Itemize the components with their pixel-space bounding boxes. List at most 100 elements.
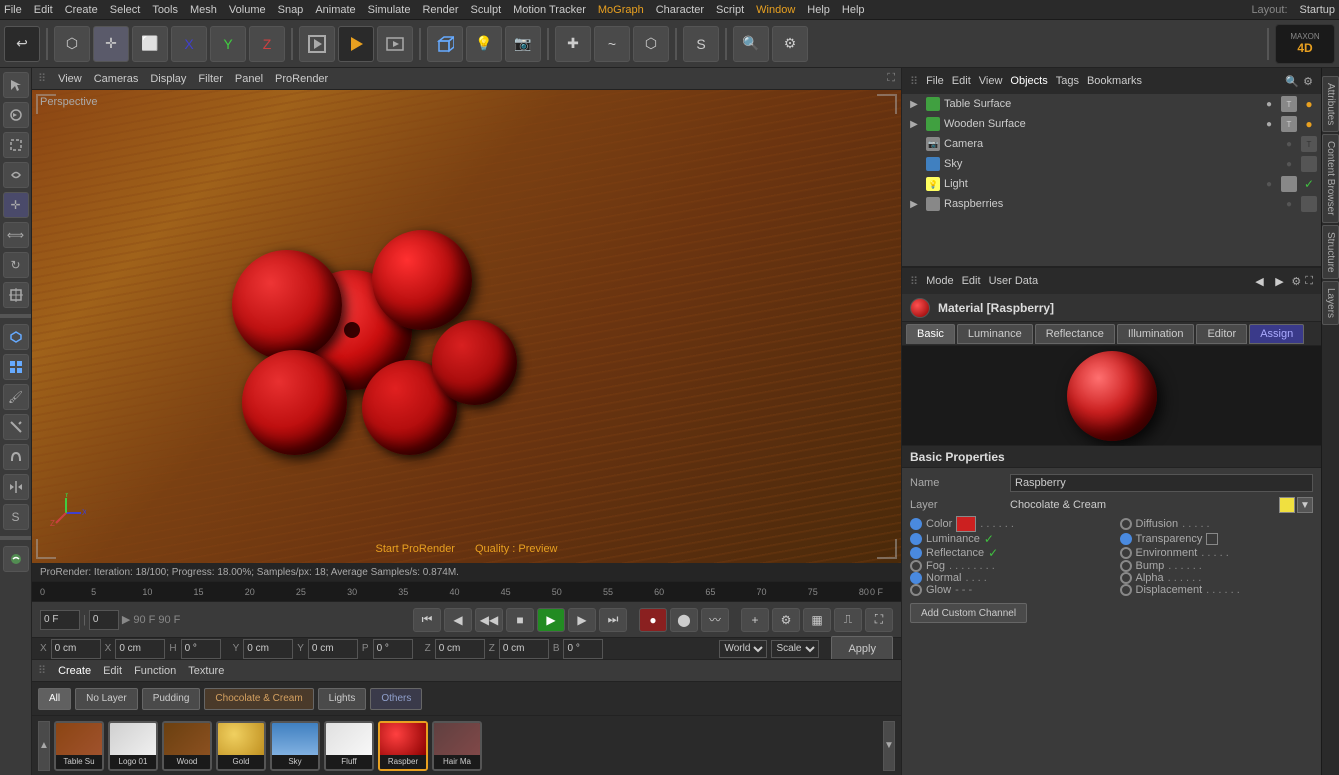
obj-row-camera[interactable]: 📷 Camera ● T (902, 134, 1321, 154)
obj-check-dot-orange-2[interactable]: ● (1301, 116, 1317, 132)
vtab-attributes[interactable]: Attributes (1322, 76, 1339, 132)
radio-alpha[interactable] (1120, 572, 1132, 584)
obj-row-wooden-surface[interactable]: ▶ Wooden Surface ● T ● (902, 114, 1321, 134)
go-to-end-button[interactable]: ⏭ (599, 608, 627, 632)
radio-displacement[interactable] (1120, 584, 1132, 596)
attr-tab-assign[interactable]: Assign (1249, 324, 1304, 344)
obj-row-sky[interactable]: Sky ● (902, 154, 1321, 174)
x2-input[interactable] (115, 639, 165, 659)
attrs-settings-icon[interactable]: ⚙ (1291, 275, 1301, 288)
menu-window[interactable]: Help (807, 4, 830, 16)
attr-tab-luminance[interactable]: Luminance (957, 324, 1033, 344)
camera-button[interactable]: 📷 (505, 26, 541, 62)
motion-path-button[interactable]: 〰 (701, 608, 729, 632)
render-button[interactable] (338, 26, 374, 62)
settings-button[interactable]: ⚙ (772, 26, 808, 62)
loop-select-icon[interactable] (3, 162, 29, 188)
scale-icon[interactable]: ⟺ (3, 222, 29, 248)
auto-key-button[interactable]: ⬤ (670, 608, 698, 632)
start-frame-input[interactable] (40, 610, 80, 630)
radio-normal[interactable] (910, 572, 922, 584)
menu-volume[interactable]: Volume (229, 4, 266, 16)
stop-button[interactable]: ■ (506, 608, 534, 632)
viewport-tab-prorender[interactable]: ProRender (275, 73, 328, 85)
radio-color[interactable] (910, 518, 922, 530)
add-custom-channel-button[interactable]: Add Custom Channel (910, 603, 1027, 623)
obj-check-dot-orange[interactable]: ● (1301, 96, 1317, 112)
layer-choc-cream-button[interactable]: Chocolate & Cream (204, 688, 313, 710)
material-thumb-raspberry[interactable]: Raspber (378, 721, 428, 771)
z-pos-input[interactable] (435, 639, 485, 659)
timeline-ruler[interactable]: 0 5 10 15 20 25 30 35 40 45 50 55 60 65 … (32, 581, 901, 601)
vtab-layers[interactable]: Layers (1322, 281, 1339, 325)
layer-others-button[interactable]: Others (370, 688, 422, 710)
radio-diffusion[interactable] (1120, 518, 1132, 530)
y2-input[interactable] (308, 639, 358, 659)
live-select-icon[interactable] (3, 102, 29, 128)
material-tab-edit[interactable]: Edit (103, 665, 122, 677)
timeline-add-button[interactable]: + (741, 608, 769, 632)
attr-tab-editor[interactable]: Editor (1196, 324, 1247, 344)
material-thumb-sky[interactable]: Sky (270, 721, 320, 771)
radio-reflectance[interactable] (910, 547, 922, 559)
attrs-tab-user-data[interactable]: User Data (989, 275, 1039, 287)
radio-glow[interactable] (910, 584, 922, 596)
viewport-tab-cameras[interactable]: Cameras (94, 73, 139, 85)
go-to-start-button[interactable]: ⏮ (413, 608, 441, 632)
prop-name-input[interactable] (1010, 474, 1313, 492)
smooth-icon[interactable]: S (3, 504, 29, 530)
knife-icon[interactable] (3, 414, 29, 440)
move-icon[interactable]: ✛ (3, 192, 29, 218)
material-thumb-hair[interactable]: Hair Ma (432, 721, 482, 771)
play-reverse-button[interactable]: ◀◀ (475, 608, 503, 632)
x-pos-input[interactable] (51, 639, 101, 659)
menu-snap[interactable]: Snap (278, 4, 304, 16)
world-dropdown[interactable]: World (719, 640, 767, 658)
viewport-solo-button[interactable]: 🔍 (733, 26, 769, 62)
scale-tool-button[interactable]: ⬜ (132, 26, 168, 62)
menu-mesh[interactable]: Mesh (190, 4, 217, 16)
objects-tab-file[interactable]: File (926, 75, 944, 87)
rect-select-icon[interactable] (3, 132, 29, 158)
menu-help[interactable]: Help (842, 4, 865, 16)
obj-visibility-light[interactable]: ● (1261, 176, 1277, 192)
timeline-curve-button[interactable]: ⎍ (834, 608, 862, 632)
menu-select[interactable]: Select (110, 4, 141, 16)
menu-motion-tracker[interactable]: Motion Tracker (513, 4, 586, 16)
viewport-tab-display[interactable]: Display (150, 73, 186, 85)
search-icon[interactable]: 🔍 (1285, 75, 1299, 88)
radio-environment[interactable] (1120, 547, 1132, 559)
menu-file[interactable]: File (4, 4, 22, 16)
obj-row-raspberries[interactable]: ▶ Raspberries ● (902, 194, 1321, 214)
radio-luminance[interactable] (910, 533, 922, 545)
transparency-check[interactable] (1206, 533, 1218, 545)
scale-dropdown[interactable]: Scale (771, 640, 819, 658)
extrude-button[interactable]: ⬡ (633, 26, 669, 62)
timeline-expand-button[interactable]: ⛶ (865, 608, 893, 632)
undo-button[interactable]: ↩ (4, 26, 40, 62)
menu-script[interactable]: Window (756, 4, 795, 16)
menu-simulate[interactable]: Simulate (368, 4, 411, 16)
render-to-picture-button[interactable] (377, 26, 413, 62)
render-region-button[interactable] (299, 26, 335, 62)
radio-fog[interactable] (910, 560, 922, 572)
transform-icon[interactable] (3, 282, 29, 308)
apply-button[interactable]: Apply (831, 636, 893, 662)
brush-icon[interactable]: 🖌 (3, 384, 29, 410)
y-pos-input[interactable] (243, 639, 293, 659)
points-mode-button[interactable]: ⬡ (54, 26, 90, 62)
rotate-z-button[interactable]: Z (249, 26, 285, 62)
menu-plugins[interactable]: Script (716, 4, 744, 16)
menu-edit[interactable]: Edit (34, 4, 53, 16)
null-button[interactable]: ✚ (555, 26, 591, 62)
cube-button[interactable] (427, 26, 463, 62)
viewport-expand-icon[interactable]: ⛶ (887, 72, 895, 85)
h-input[interactable] (181, 639, 221, 659)
vtab-content-browser[interactable]: Content Browser (1322, 134, 1339, 222)
objects-tab-bookmarks[interactable]: Bookmarks (1087, 75, 1142, 87)
attrs-expand-icon[interactable]: ⛶ (1305, 275, 1313, 288)
objects-tab-objects[interactable]: Objects (1010, 75, 1047, 87)
obj-visibility-camera[interactable]: ● (1281, 136, 1297, 152)
menu-character[interactable]: Character (656, 4, 704, 16)
attrs-tab-mode[interactable]: Mode (926, 275, 954, 287)
